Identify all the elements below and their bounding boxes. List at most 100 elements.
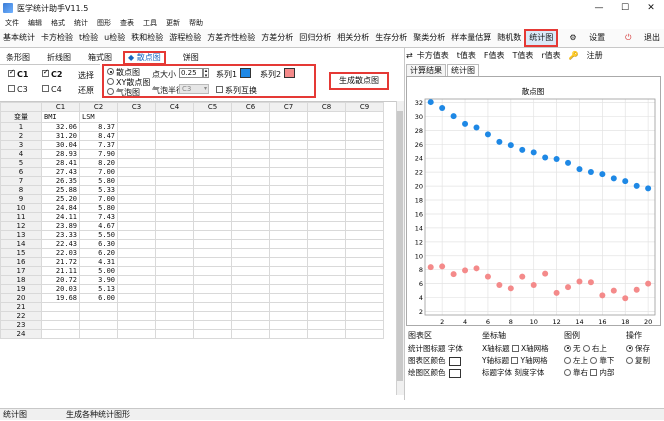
c4-checkbox[interactable]: C4 xyxy=(42,85,62,94)
grid-cell[interactable] xyxy=(193,185,232,195)
grid-cell[interactable] xyxy=(117,248,156,258)
tick-font-button[interactable]: 刻度字体 xyxy=(514,368,544,377)
grid-cell[interactable] xyxy=(117,257,156,267)
grid-cell[interactable]: 21.72 xyxy=(41,257,80,267)
grid-cell[interactable] xyxy=(117,185,156,195)
grid-cell[interactable] xyxy=(231,185,270,195)
grid-cell[interactable]: 7.00 xyxy=(79,194,118,204)
grid-cell[interactable] xyxy=(345,257,384,267)
grid-cell[interactable] xyxy=(307,275,346,285)
c2-checkbox[interactable]: C2 xyxy=(42,68,62,79)
grid-cell[interactable] xyxy=(193,266,232,276)
T-table-button[interactable]: T值表 xyxy=(512,50,533,61)
y-title-button[interactable]: Y轴标题 xyxy=(482,356,509,365)
grid-cell[interactable] xyxy=(41,320,80,330)
toolbar-regression[interactable]: 回归分析 xyxy=(296,29,334,47)
grid-cell[interactable] xyxy=(155,203,194,213)
grid-cell[interactable]: 32.06 xyxy=(41,122,80,132)
grid-cell[interactable] xyxy=(117,230,156,240)
grid-cell[interactable] xyxy=(117,176,156,186)
grid-cell[interactable] xyxy=(155,158,194,168)
grid-cell[interactable] xyxy=(117,311,156,321)
legend-inner-checkbox[interactable]: 内部 xyxy=(590,368,614,377)
grid-cell[interactable]: 26.35 xyxy=(41,176,80,186)
grid-cell[interactable] xyxy=(117,158,156,168)
grid-cell[interactable] xyxy=(193,176,232,186)
grid-cell[interactable] xyxy=(307,320,346,330)
grid-cell[interactable] xyxy=(307,266,346,276)
row-header[interactable]: 变量 xyxy=(0,111,42,123)
grid-cell[interactable] xyxy=(41,311,80,321)
row-number[interactable]: 15 xyxy=(0,248,42,258)
grid-cell[interactable] xyxy=(269,140,308,150)
series1-color-swatch[interactable] xyxy=(240,68,251,78)
series-swap-checkbox[interactable]: 系列互换 xyxy=(216,85,257,96)
legend-topleft-radio[interactable]: 左上 xyxy=(564,356,588,365)
grid-cell[interactable] xyxy=(231,275,270,285)
grid-cell[interactable] xyxy=(345,140,384,150)
grid-cell[interactable] xyxy=(117,239,156,249)
row-number[interactable]: 24 xyxy=(0,329,42,339)
toolbar-cluster[interactable]: 聚类分析 xyxy=(410,29,448,47)
tab-box-plot[interactable]: 箱式图 xyxy=(88,51,112,65)
grid-cell[interactable] xyxy=(117,122,156,132)
grid-cell[interactable] xyxy=(307,111,346,123)
corner-cell[interactable] xyxy=(0,102,42,112)
grid-cell[interactable] xyxy=(269,167,308,177)
close-button[interactable]: ✕ xyxy=(638,0,664,16)
legend-none-radio[interactable]: 无 xyxy=(564,344,581,353)
grid-cell[interactable]: 5.80 xyxy=(79,176,118,186)
pane-splitter[interactable] xyxy=(404,48,405,400)
grid-cell[interactable]: 19.68 xyxy=(41,293,80,303)
grid-cell[interactable] xyxy=(193,149,232,159)
menu-file[interactable]: 文件 xyxy=(5,18,19,28)
toolbar-basic-stats[interactable]: 基本统计 xyxy=(0,29,38,47)
grid-cell[interactable] xyxy=(231,293,270,303)
grid-cell[interactable] xyxy=(269,302,308,312)
column-header[interactable]: C6 xyxy=(231,102,270,112)
column-header[interactable]: C1 xyxy=(41,102,80,112)
grid-cell[interactable] xyxy=(269,122,308,132)
grid-cell[interactable]: 4.31 xyxy=(79,257,118,267)
legend-right-radio[interactable]: 靠右 xyxy=(564,368,588,377)
grid-cell[interactable] xyxy=(269,275,308,285)
column-header[interactable]: C2 xyxy=(79,102,118,112)
grid-cell[interactable] xyxy=(231,257,270,267)
grid-cell[interactable] xyxy=(193,302,232,312)
grid-cell[interactable] xyxy=(345,293,384,303)
row-number[interactable]: 7 xyxy=(0,176,42,186)
select-button[interactable]: 选择 xyxy=(78,70,94,81)
grid-cell[interactable]: 3.90 xyxy=(79,275,118,285)
grid-cell[interactable] xyxy=(307,131,346,141)
row-number[interactable]: 13 xyxy=(0,230,42,240)
chart-area-color-swatch[interactable] xyxy=(448,356,461,366)
grid-cell[interactable] xyxy=(193,167,232,177)
grid-cell[interactable]: 28.41 xyxy=(41,158,80,168)
grid-cell[interactable] xyxy=(41,329,80,339)
column-header[interactable]: C5 xyxy=(193,102,232,112)
grid-cell[interactable] xyxy=(155,140,194,150)
row-number[interactable]: 2 xyxy=(0,131,42,141)
chi-table-button[interactable]: 卡方值表 xyxy=(417,50,449,61)
grid-cell[interactable] xyxy=(345,221,384,231)
grid-cell[interactable] xyxy=(269,111,308,123)
grid-cell[interactable] xyxy=(231,320,270,330)
grid-cell[interactable] xyxy=(117,221,156,231)
grid-cell[interactable]: 22.43 xyxy=(41,239,80,249)
menu-graph[interactable]: 图形 xyxy=(97,18,111,28)
grid-cell[interactable] xyxy=(231,248,270,258)
grid-cell[interactable]: 27.43 xyxy=(41,167,80,177)
grid-cell[interactable]: 25.88 xyxy=(41,185,80,195)
grid-cell[interactable] xyxy=(307,293,346,303)
grid-cell[interactable] xyxy=(307,122,346,132)
grid-cell[interactable] xyxy=(345,158,384,168)
grid-cell[interactable] xyxy=(155,239,194,249)
row-number[interactable]: 22 xyxy=(0,311,42,321)
grid-cell[interactable] xyxy=(307,140,346,150)
grid-cell[interactable] xyxy=(155,111,194,123)
grid-cell[interactable] xyxy=(345,311,384,321)
row-number[interactable]: 19 xyxy=(0,284,42,294)
grid-cell[interactable] xyxy=(269,293,308,303)
grid-cell[interactable] xyxy=(269,329,308,339)
grid-cell[interactable] xyxy=(193,284,232,294)
